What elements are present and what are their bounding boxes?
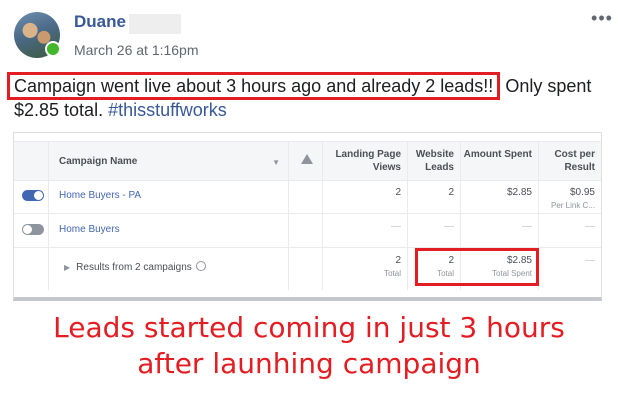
website-leads-value: 2: [408, 180, 461, 213]
campaign-toggle-off[interactable]: [22, 224, 44, 235]
cost-per-result-cell: $0.95 Per Link C...: [539, 180, 601, 213]
cost-per-result-value: $0.95: [569, 187, 595, 198]
table-header-row: Campaign Name ▼ Landing Page Views Websi…: [14, 141, 601, 181]
cost-per-result-value: —: [585, 221, 595, 232]
campaign-name-link[interactable]: Home Buyers - PA: [49, 180, 289, 213]
amount-spent-value: $2.85: [461, 180, 539, 213]
caption-line-2: after launhing campaign: [137, 347, 481, 380]
delivery-cell: [289, 214, 323, 247]
summary-toggle-cell: [14, 248, 49, 290]
header-toggle-cell: [14, 142, 49, 180]
summary-label: Results from 2 campaigns: [76, 262, 192, 273]
author-name[interactable]: Duane: [74, 12, 126, 32]
online-status-icon: [45, 41, 61, 57]
column-header-landing-page-views[interactable]: Landing Page Views: [323, 142, 408, 180]
summary-lpv-sub: Total: [384, 269, 401, 278]
avatar[interactable]: [14, 12, 61, 58]
column-header-campaign-name[interactable]: Campaign Name ▼: [49, 142, 289, 180]
campaign-name-link[interactable]: Home Buyers: [49, 214, 289, 247]
campaign-toggle-on[interactable]: [22, 190, 44, 201]
column-header-delivery: [289, 142, 323, 180]
landing-page-views-value: —: [323, 214, 408, 247]
caption-line-1: Leads started coming in just 3 hours: [53, 311, 565, 344]
highlighted-text: Campaign went live about 3 hours ago and…: [7, 72, 501, 100]
column-header-label: Campaign Name: [59, 156, 138, 167]
toggle-knob: [34, 191, 43, 200]
amount-spent-value: —: [461, 214, 539, 247]
info-icon[interactable]: [195, 261, 206, 271]
website-leads-value: —: [408, 214, 461, 247]
more-options-icon[interactable]: •••: [590, 9, 614, 27]
delivery-cell: [289, 180, 323, 213]
warning-icon: [301, 154, 313, 164]
column-header-amount-spent[interactable]: Amount Spent: [461, 142, 539, 180]
toggle-cell: [14, 180, 49, 213]
annotation-caption: Leads started coming in just 3 hours aft…: [14, 310, 604, 382]
redacted-surname: [129, 14, 181, 34]
post-timestamp[interactable]: March 26 at 1:16pm: [74, 42, 199, 58]
summary-label-cell[interactable]: ▶ Results from 2 campaigns: [49, 248, 289, 290]
post-body: Campaign went live about 3 hours ago and…: [7, 72, 604, 122]
column-header-cost-per-result[interactable]: Cost per Result: [539, 142, 601, 180]
summary-landing-page-views: 2 Total: [323, 248, 408, 290]
hashtag-link[interactable]: #thisstuffworks: [108, 100, 227, 120]
toggle-cell: [14, 214, 49, 247]
table-row: Home Buyers — — — —: [14, 214, 601, 248]
summary-lpv-value: 2: [395, 255, 401, 266]
landing-page-views-value: 2: [323, 180, 408, 213]
summary-cost-per-result: —: [585, 255, 595, 266]
column-header-website-leads[interactable]: Website Leads: [408, 142, 461, 180]
chevron-down-icon[interactable]: ▼: [272, 156, 280, 169]
table-row: Home Buyers - PA 2 2 $2.85 $0.95 Per Lin…: [14, 180, 601, 214]
expand-arrow-icon[interactable]: ▶: [64, 263, 70, 272]
summary-delivery-cell: [289, 248, 323, 290]
toggle-knob: [23, 225, 32, 234]
cost-per-result-sub: Per Link C...: [550, 201, 595, 210]
highlight-box: [415, 248, 539, 286]
